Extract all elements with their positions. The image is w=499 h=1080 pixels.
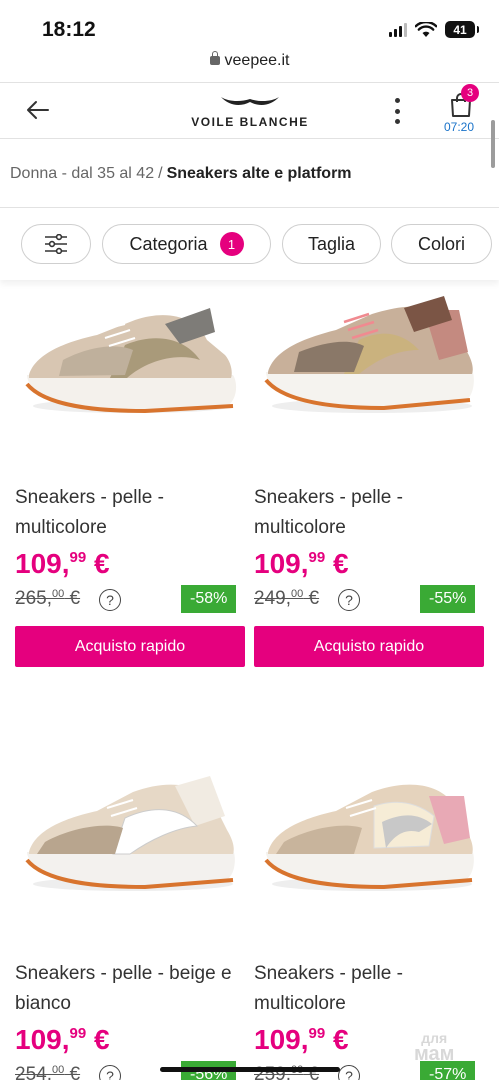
breadcrumb: Donna - dal 35 al 42/Sneakers alte e pla… — [10, 165, 352, 183]
product-price: 109,99 € — [15, 1024, 110, 1055]
product-title[interactable]: Sneakers - pelle - multicolore — [254, 483, 490, 543]
back-arrow-icon[interactable] — [24, 96, 52, 124]
app-header: VOILE BLANCHE 3 07:20 — [0, 82, 499, 138]
product-original-price: 254,00 € — [15, 1064, 81, 1080]
breadcrumb-parent[interactable]: Donna - dal 35 al 42 — [10, 165, 154, 182]
product-price: 109,99 € — [254, 548, 349, 579]
filter-categoria-label: Categoria — [129, 233, 208, 254]
wifi-icon — [415, 21, 437, 37]
product-image[interactable] — [15, 756, 245, 946]
product-title[interactable]: Sneakers - pelle - beige e bianco — [15, 959, 251, 1019]
brand-wing-icon — [221, 97, 279, 105]
home-indicator[interactable] — [160, 1067, 340, 1072]
cart-count-badge: 3 — [461, 84, 479, 102]
product-image[interactable] — [15, 280, 245, 470]
lock-icon — [209, 51, 220, 65]
filter-taglia[interactable]: Taglia — [282, 224, 381, 264]
brand-name: VOILE BLANCHE — [191, 115, 309, 129]
quick-buy-button[interactable]: Acquisto rapido — [254, 626, 484, 667]
product-price: 109,99 € — [254, 1024, 349, 1055]
filter-count-badge: 1 — [219, 232, 244, 256]
sneaker-image — [25, 308, 237, 414]
product-price: 109,99 € — [15, 548, 110, 579]
discount-badge: -55% — [420, 585, 476, 613]
brand-logo[interactable]: VOILE BLANCHE — [180, 94, 320, 129]
watermark-line2: мам — [414, 1043, 455, 1065]
quick-buy-button[interactable]: Acquisto rapido — [15, 626, 245, 667]
scroll-indicator[interactable] — [491, 120, 495, 168]
product-original-price: 265,00 € — [15, 588, 81, 609]
help-icon[interactable]: ? — [99, 1065, 121, 1080]
battery-icon: 41 — [445, 21, 479, 38]
filter-categoria[interactable]: Categoria 1 — [102, 224, 271, 264]
product-image[interactable] — [254, 280, 484, 470]
more-options-icon[interactable] — [391, 98, 403, 124]
product-original-price: 249,00 € — [254, 588, 320, 609]
filter-taglia-label: Taglia — [307, 233, 356, 254]
sneaker-image — [264, 296, 474, 413]
filter-colori-label: Colori — [417, 233, 465, 254]
help-icon[interactable]: ? — [338, 1065, 360, 1080]
help-icon[interactable]: ? — [338, 589, 360, 611]
watermark: для мам — [414, 1030, 455, 1065]
product-title[interactable]: Sneakers - pelle - multicolore — [15, 483, 251, 543]
breadcrumb-separator: / — [158, 165, 163, 182]
signal-icon — [389, 22, 407, 37]
breadcrumb-current: Sneakers alte e platform — [166, 165, 352, 182]
battery-level: 41 — [453, 22, 467, 37]
status-bar: 18:12 41 — [0, 0, 499, 50]
sliders-icon — [45, 234, 67, 254]
filter-settings-button[interactable] — [21, 224, 91, 264]
sneaker-image — [25, 776, 235, 891]
filter-bar: Categoria 1 Taglia Colori — [0, 208, 499, 280]
divider — [0, 138, 499, 139]
cart-timer: 07:20 — [444, 120, 475, 134]
discount-badge: -58% — [181, 585, 237, 613]
status-time: 18:12 — [42, 18, 96, 41]
product-image[interactable] — [254, 756, 484, 946]
help-icon[interactable]: ? — [99, 589, 121, 611]
cart-button[interactable]: 3 07:20 — [438, 84, 488, 136]
filter-colori[interactable]: Colori — [391, 224, 492, 264]
product-title[interactable]: Sneakers - pelle - multicolore — [254, 959, 490, 1019]
status-icons: 41 — [389, 21, 479, 38]
sneaker-image — [264, 784, 474, 891]
url-bar[interactable]: veepee.it — [0, 51, 499, 70]
url-text: veepee.it — [224, 52, 290, 69]
